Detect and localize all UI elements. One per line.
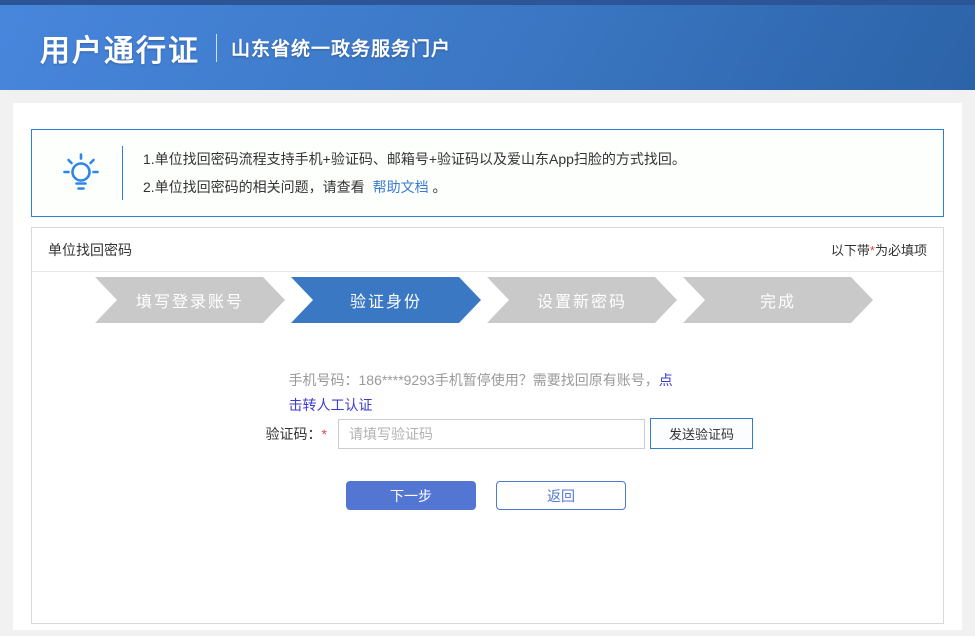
content-card: 1.单位找回密码流程支持手机+验证码、邮箱号+验证码以及爱山东App扫脸的方式找…	[13, 103, 962, 630]
notice-divider	[122, 146, 123, 200]
step-indicator: 填写登录账号 验证身份 设置新密码 完成	[95, 277, 943, 323]
verification-code-input[interactable]	[338, 419, 645, 449]
back-button[interactable]: 返回	[496, 481, 626, 510]
phone-notice: 手机号码：186****9293手机暂停使用？需要找回原有账号，点击转人工认证	[289, 368, 687, 418]
notice-text: 1.单位找回密码流程支持手机+验证码、邮箱号+验证码以及爱山东App扫脸的方式找…	[143, 145, 686, 201]
site-title: 用户通行证	[40, 26, 200, 70]
notice-line-2-text: 2.单位找回密码的相关问题，请查看	[143, 179, 365, 195]
next-step-button[interactable]: 下一步	[346, 481, 476, 510]
notice-box: 1.单位找回密码流程支持手机+验证码、邮箱号+验证码以及爱山东App扫脸的方式找…	[31, 129, 944, 217]
site-subtitle: 山东省统一政务服务门户	[231, 34, 451, 61]
step-fill-account: 填写登录账号	[95, 277, 285, 323]
required-note-suffix: 为必填项	[875, 243, 927, 258]
notice-line-1: 1.单位找回密码流程支持手机+验证码、邮箱号+验证码以及爱山东App扫脸的方式找…	[143, 145, 686, 173]
code-required-star: *	[322, 426, 327, 442]
phone-notice-text: 手机号码：186****9293手机暂停使用？需要找回原有账号，	[289, 372, 659, 388]
verification-code-row: 验证码：* 发送验证码	[259, 418, 943, 449]
panel-header: 单位找回密码 以下带*为必填项	[32, 228, 943, 272]
lightbulb-icon	[50, 152, 112, 194]
code-label: 验证码：*	[259, 424, 327, 444]
page-header: 用户通行证 山东省统一政务服务门户	[0, 5, 975, 90]
required-note-prefix: 以下带	[831, 243, 870, 258]
required-note: 以下带*为必填项	[831, 240, 927, 259]
notice-line-2: 2.单位找回密码的相关问题，请查看 帮助文档 。	[143, 173, 686, 201]
header-title-divider	[216, 34, 217, 62]
notice-line-2-period: 。	[432, 179, 446, 195]
step-set-new-password: 设置新密码	[487, 277, 677, 323]
help-doc-link[interactable]: 帮助文档	[373, 179, 429, 195]
code-label-text: 验证码：	[266, 426, 322, 442]
panel-title: 单位找回密码	[48, 240, 132, 260]
step-verify-identity: 验证身份	[291, 277, 481, 323]
step-complete: 完成	[683, 277, 873, 323]
recover-password-panel: 单位找回密码 以下带*为必填项 填写登录账号 验证身份 设置新密码 完成 手机号…	[31, 227, 944, 624]
action-buttons: 下一步 返回	[346, 481, 943, 510]
send-code-button[interactable]: 发送验证码	[650, 418, 753, 449]
